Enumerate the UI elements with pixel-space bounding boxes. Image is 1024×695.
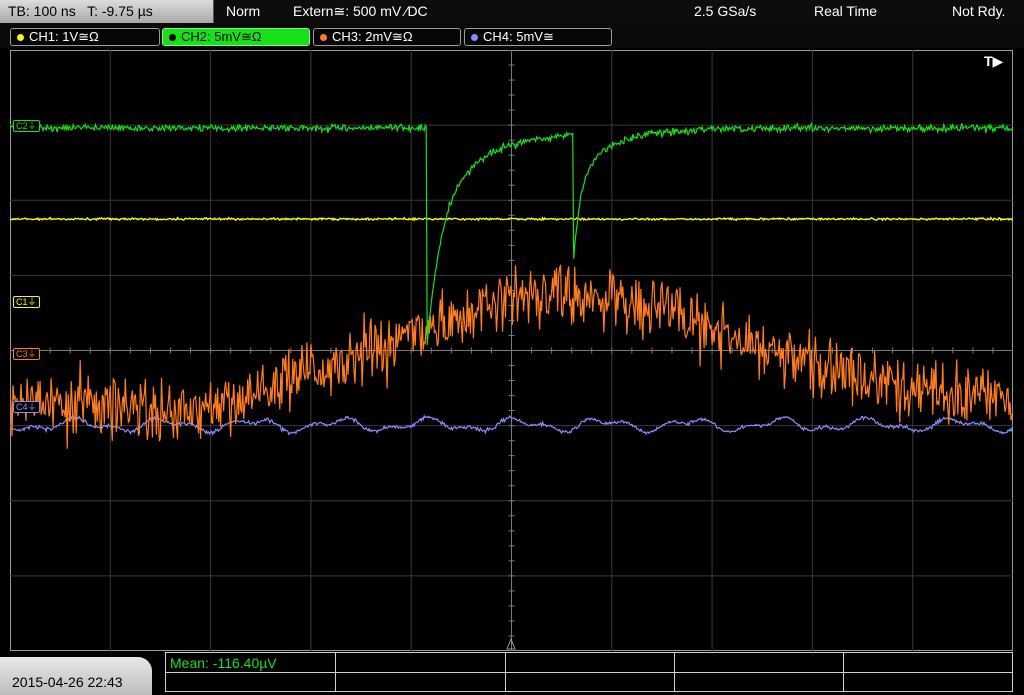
acquisition-mode: Real Time xyxy=(814,3,878,19)
datetime-box: 2015-04-26 22:43 xyxy=(0,657,152,695)
channel-4-label: CH4: 5mV≅ xyxy=(483,29,554,44)
waveform-display[interactable] xyxy=(10,50,1013,651)
channel-4-tab[interactable]: CH4: 5mV≅ xyxy=(464,28,612,46)
trigger-position-marker[interactable]: T▶ xyxy=(984,53,1003,70)
channel-1-ground-marker[interactable]: C1⏚ xyxy=(13,296,40,308)
channel-2-ground-marker[interactable]: C2⏚ xyxy=(13,120,40,132)
timebase-button[interactable]: TB: 100 ns T: -9.75 µs xyxy=(0,0,214,23)
measurement-divider xyxy=(843,653,844,691)
trigger-state: Not Rdy. xyxy=(952,3,1006,19)
status-bar: TB: 100 ns T: -9.75 µs Norm Extern≅: 500… xyxy=(0,0,1024,24)
channel-1-dot-icon xyxy=(17,33,24,41)
channel-4-dot-icon xyxy=(471,33,478,41)
measurement-divider xyxy=(166,672,1012,673)
channel-3-ground-marker[interactable]: C3⏚ xyxy=(13,348,40,360)
graticule xyxy=(10,50,1013,651)
trigger-mode[interactable]: Norm xyxy=(226,3,260,19)
mean-measurement: Mean: -116.40µV xyxy=(170,655,277,671)
channel-tab-row: CH1: 1V≅Ω CH2: 5mV≅Ω CH3: 2mV≅Ω CH4: 5mV… xyxy=(0,24,1024,48)
measurement-panel[interactable]: Mean: -116.40µV xyxy=(165,652,1013,692)
channel-2-dot-icon xyxy=(169,33,176,41)
sample-rate: 2.5 GSa/s xyxy=(694,3,757,19)
channel-2-tab[interactable]: CH2: 5mV≅Ω xyxy=(162,28,310,46)
channel-1-tab[interactable]: CH1: 1V≅Ω xyxy=(10,28,160,46)
measurement-divider xyxy=(335,653,336,691)
trigger-settings[interactable]: Extern≅: 500 mV ⁄DC xyxy=(293,3,428,20)
datetime-label: 2015-04-26 22:43 xyxy=(12,674,123,690)
timebase-label: TB: 100 ns T: -9.75 µs xyxy=(8,3,153,19)
channel-3-tab[interactable]: CH3: 2mV≅Ω xyxy=(313,28,461,46)
channel-3-label: CH3: 2mV≅Ω xyxy=(332,29,413,44)
channel-3-dot-icon xyxy=(320,33,327,41)
channel-2-label: CH2: 5mV≅Ω xyxy=(181,29,262,44)
measurement-divider xyxy=(674,653,675,691)
channel-4-ground-marker[interactable]: C4⏚ xyxy=(13,401,40,413)
channel-1-label: CH1: 1V≅Ω xyxy=(29,29,99,44)
measurement-divider xyxy=(505,653,506,691)
